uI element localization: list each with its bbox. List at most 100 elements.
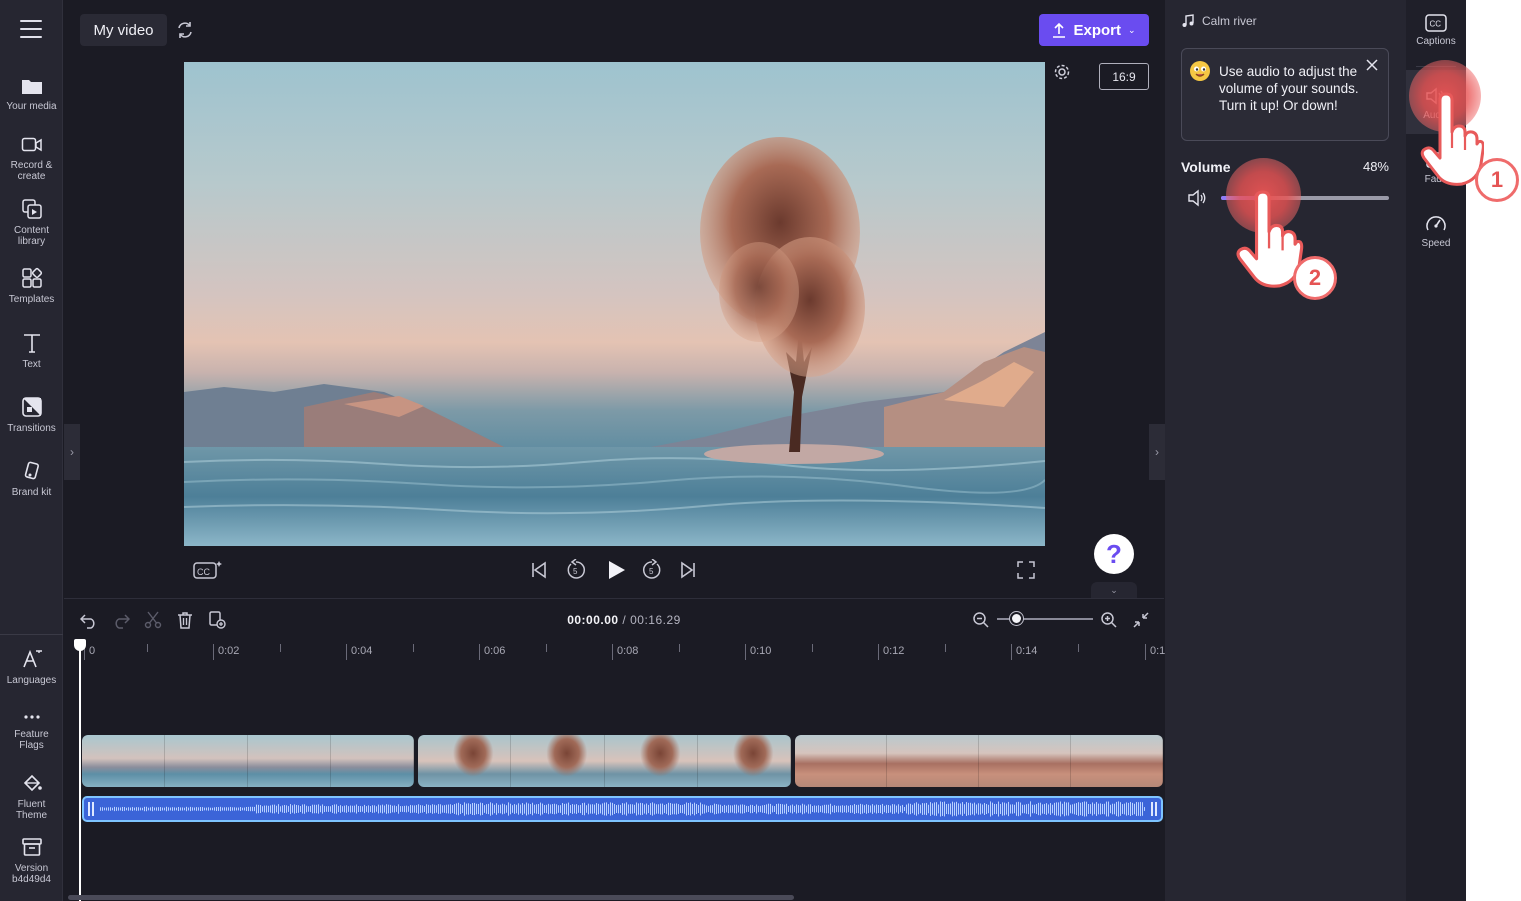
skip-back-icon[interactable]: [530, 561, 548, 584]
nav-feature-flags[interactable]: Feature Flags: [0, 710, 63, 751]
svg-text:CC: CC: [1430, 20, 1442, 29]
video-preview[interactable]: [184, 62, 1045, 546]
waveform-bar: [250, 806, 251, 812]
nav-version[interactable]: Version b4d49d4: [0, 836, 63, 885]
waveform-bar: [464, 802, 465, 816]
speed-icon: [1426, 216, 1446, 231]
waveform-bar: [822, 805, 823, 813]
waveform-bar: [140, 807, 141, 811]
video-clip[interactable]: [418, 735, 791, 787]
waveform-bar: [126, 807, 127, 811]
waveform-bar: [210, 807, 211, 811]
waveform-bar: [906, 804, 907, 814]
waveform-bar: [440, 804, 441, 814]
trash-icon[interactable]: [176, 611, 194, 634]
video-track[interactable]: [82, 735, 1163, 787]
waveform-bar: [1090, 804, 1091, 814]
waveform-bar: [808, 804, 809, 814]
zoom-slider[interactable]: [997, 612, 1093, 625]
scissors-icon[interactable]: [144, 611, 162, 634]
waveform-bar: [742, 804, 743, 814]
volume-slider[interactable]: [1221, 191, 1389, 205]
waveform-bar: [762, 805, 763, 813]
waveform-bar: [170, 807, 171, 811]
fit-timeline-icon[interactable]: [1132, 611, 1150, 634]
close-icon[interactable]: [1365, 58, 1379, 77]
sync-icon[interactable]: [175, 20, 195, 45]
waveform-bar: [1052, 804, 1053, 814]
waveform-bar: [596, 803, 597, 815]
waveform-bar: [384, 805, 385, 813]
waveform-bar: [738, 805, 739, 813]
tool-speed[interactable]: Speed: [1406, 214, 1466, 249]
waveform-bar: [914, 803, 915, 815]
auto-captions-icon[interactable]: CC: [193, 559, 223, 586]
waveform-bar: [1046, 803, 1047, 815]
waveform-bar: [374, 805, 375, 813]
export-button[interactable]: Export ⌄: [1039, 14, 1149, 46]
timeline-scrollbar[interactable]: [68, 895, 794, 900]
waveform-bar: [222, 807, 223, 811]
nav-record-create[interactable]: Record & create: [0, 135, 63, 182]
tool-captions[interactable]: CC Captions: [1406, 14, 1466, 47]
waveform-bar: [350, 805, 351, 813]
waveform-bar: [206, 807, 207, 811]
project-name-field[interactable]: My video: [80, 14, 167, 46]
nav-content-library[interactable]: Content library: [0, 198, 63, 247]
audio-trim-handle-right[interactable]: [1151, 802, 1157, 816]
audio-track[interactable]: [82, 796, 1163, 822]
video-clip[interactable]: [82, 735, 414, 787]
zoom-out-icon[interactable]: [972, 611, 990, 634]
time-ruler[interactable]: 0 0:02 0:04 0:06 0:08 0:10 0:12 0:14 0:1: [64, 641, 1165, 663]
waveform-bar: [1062, 803, 1063, 815]
nav-brand-kit[interactable]: Brand kit: [0, 460, 63, 498]
skip-forward-icon[interactable]: [679, 561, 697, 584]
waveform-bar: [616, 805, 617, 813]
waveform-bar: [176, 807, 177, 811]
nav-text[interactable]: Text: [0, 332, 63, 370]
tool-audio[interactable]: Audio: [1406, 86, 1466, 121]
nav-your-media[interactable]: Your media: [0, 76, 63, 112]
rewind-5s-icon[interactable]: 5: [565, 558, 587, 586]
ruler-tick: [812, 644, 813, 652]
nav-templates[interactable]: Templates: [0, 267, 63, 305]
tool-fade[interactable]: Fade: [1406, 150, 1466, 185]
waveform-bar: [730, 805, 731, 813]
undo-icon[interactable]: [79, 611, 98, 634]
audio-trim-handle-left[interactable]: [88, 802, 94, 816]
chevron-right-icon: ›: [1155, 445, 1159, 459]
zoom-in-icon[interactable]: [1100, 611, 1118, 634]
left-panel-toggle[interactable]: ›: [64, 424, 80, 480]
speaker-icon[interactable]: [1187, 189, 1207, 212]
menu-icon[interactable]: [20, 20, 42, 38]
play-icon[interactable]: [605, 559, 627, 586]
folder-icon: [21, 80, 42, 94]
zoom-slider-knob[interactable]: [1010, 612, 1024, 625]
fullscreen-icon[interactable]: [1017, 561, 1035, 584]
forward-5s-icon[interactable]: 5: [641, 558, 663, 586]
video-clip[interactable]: [795, 735, 1163, 787]
help-button[interactable]: ?: [1094, 534, 1134, 574]
waveform-bar: [576, 804, 577, 814]
volume-slider-knob[interactable]: [1254, 191, 1269, 205]
waveform-bar: [882, 803, 883, 815]
waveform-bar: [526, 802, 527, 816]
time-display: 00:00.00 / 00:16.29: [524, 613, 724, 627]
gear-icon[interactable]: [1053, 63, 1071, 86]
nav-languages[interactable]: Languages: [0, 648, 63, 686]
waveform-bar: [366, 806, 367, 812]
playhead[interactable]: [74, 639, 86, 901]
nav-fluent-theme[interactable]: Fluent Theme: [0, 772, 63, 821]
waveform-bar: [860, 803, 861, 815]
duplicate-icon[interactable]: [208, 611, 226, 634]
nav-transitions[interactable]: Transitions: [0, 396, 63, 434]
right-panel-toggle[interactable]: ›: [1149, 424, 1165, 480]
ruler-tick: [945, 644, 946, 652]
waveform-bar: [1132, 802, 1133, 816]
waveform-bar: [840, 805, 841, 813]
aspect-ratio-button[interactable]: 16:9: [1099, 63, 1149, 90]
playhead-handle[interactable]: [74, 639, 86, 651]
collapse-preview-tab[interactable]: ⌄: [1091, 582, 1137, 598]
redo-icon[interactable]: [112, 611, 131, 634]
waveform-bar: [846, 805, 847, 813]
